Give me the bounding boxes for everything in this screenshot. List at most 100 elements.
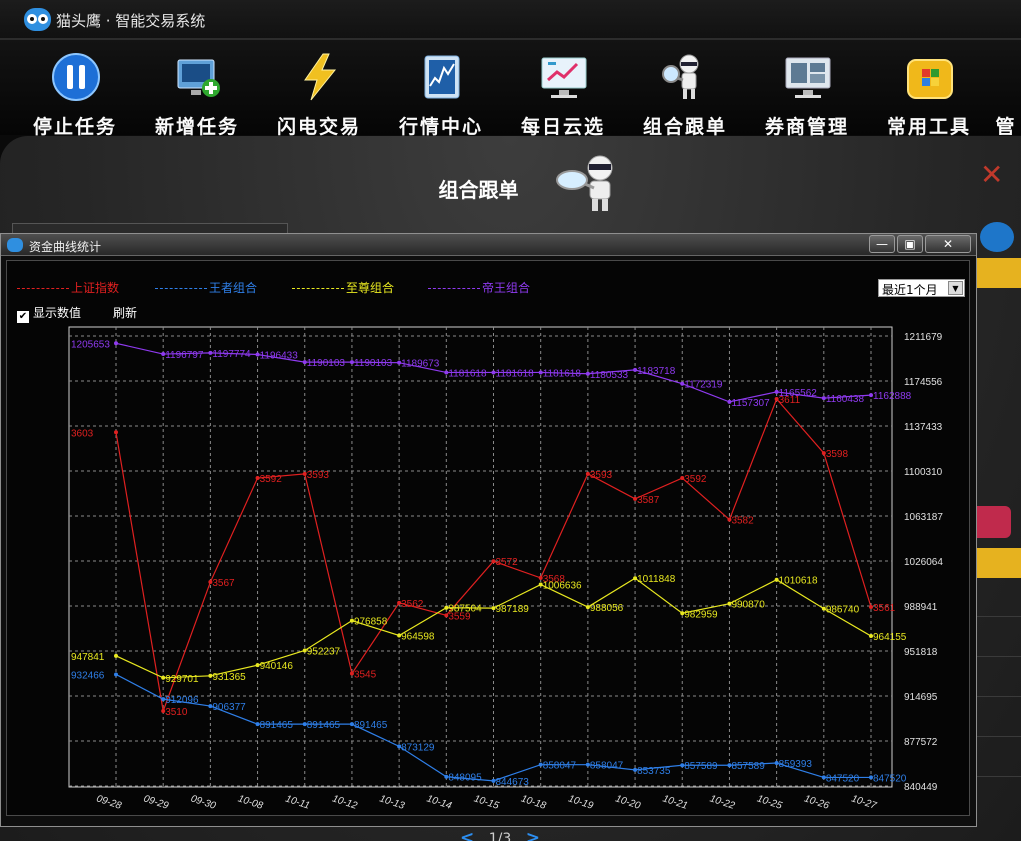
y-tick-label: 1211679 <box>904 332 943 343</box>
data-label: 1190103 <box>354 358 393 369</box>
data-label: 3582 <box>731 516 754 527</box>
app-title: 猫头鹰 · 智能交易系统 <box>56 12 206 30</box>
toolbar-portfolio-follow-button[interactable]: 组合跟单 <box>624 50 746 138</box>
data-label: 931365 <box>212 672 246 683</box>
y-tick-label: 988941 <box>904 602 938 613</box>
background-yellow-button <box>975 548 1021 578</box>
y-tick-label: 1100310 <box>904 467 943 478</box>
data-label: 3592 <box>684 474 707 485</box>
toolbar-label: 每日云选 <box>520 116 605 138</box>
data-label: 987504 <box>448 604 482 615</box>
pie-chart-icon <box>980 222 1014 252</box>
data-label: 891465 <box>260 720 294 731</box>
add-task-icon <box>177 59 220 97</box>
x-tick-label: 09-29 <box>142 793 170 812</box>
data-label: 1157307 <box>731 398 770 409</box>
y-tick-label: 914695 <box>904 692 938 703</box>
data-label: 982959 <box>684 609 718 620</box>
data-label: 848095 <box>448 773 482 784</box>
data-label: 1165562 <box>779 388 818 399</box>
data-label: 976858 <box>354 617 388 628</box>
divider <box>975 656 1021 657</box>
divider <box>975 616 1021 617</box>
panel-title: 组合跟单 <box>438 178 519 202</box>
toolbar-stop-task-button[interactable]: 停止任务 <box>14 50 136 138</box>
broker-screen-icon <box>785 57 831 98</box>
data-label: 988056 <box>590 603 624 614</box>
data-label: 891465 <box>354 720 388 731</box>
y-tick-label: 877572 <box>904 737 938 748</box>
data-label: 857589 <box>731 761 765 772</box>
main-toolbar: 停止任务 新增任务 闪电交易 行情中心 每日云选 组合跟单 券商管理 常用工具 … <box>0 40 1021 138</box>
prev-page-button[interactable]: < <box>460 828 474 841</box>
toolbar-tools-button[interactable]: 常用工具 <box>868 50 990 138</box>
x-tick-label: 10-27 <box>850 793 878 812</box>
data-label: 987189 <box>496 604 530 615</box>
x-tick-label: 09-30 <box>189 793 217 812</box>
data-label: 3593 <box>590 470 613 481</box>
data-label: 3603 <box>71 428 94 439</box>
data-label: 990870 <box>731 600 765 611</box>
window-title: 资金曲线统计 <box>29 240 102 254</box>
toolbar-market-center-button[interactable]: 行情中心 <box>380 50 502 138</box>
fund-curve-chart: 1211679 1174556 1137433 1100310 1063187 10260… <box>68 326 943 812</box>
toolbar-more-button[interactable]: 管 <box>990 50 1021 135</box>
data-label: 3561 <box>873 603 896 614</box>
toolbar-broker-manage-button[interactable]: 券商管理 <box>746 50 868 138</box>
data-label: 1197774 <box>212 349 251 360</box>
data-label: 929701 <box>165 674 199 685</box>
toolbar-label: 组合跟单 <box>642 116 727 138</box>
data-label: 1181618 <box>496 368 535 379</box>
data-label: 964598 <box>401 632 435 643</box>
data-label: 906377 <box>212 702 246 713</box>
toolbar-flash-trade-button[interactable]: 闪电交易 <box>258 50 380 138</box>
x-tick-label: 10-13 <box>378 793 406 812</box>
market-chart-icon <box>424 55 460 99</box>
panel-close-button[interactable]: ✕ <box>980 158 1003 191</box>
fund-curve-window: 资金曲线统计 — ▣ ✕ 上证指数 王者组合 至尊组合 帝王组合 最近1个月 ▼ ✔ 显… <box>0 233 977 827</box>
window-titlebar[interactable]: 资金曲线统计 — ▣ ✕ <box>1 234 976 256</box>
divider <box>975 696 1021 697</box>
data-label: 3572 <box>496 557 519 568</box>
maximize-button[interactable]: ▣ <box>897 235 923 253</box>
pager: < 1/3 > <box>460 828 540 841</box>
toolbar-label: 闪电交易 <box>276 116 361 138</box>
data-label: 1006636 <box>543 581 582 592</box>
data-label: 3593 <box>307 470 330 481</box>
x-tick-label: 10-26 <box>803 793 831 812</box>
data-label: 847520 <box>826 773 860 784</box>
data-label: 859393 <box>779 759 813 770</box>
data-label: 873129 <box>401 742 435 753</box>
page-indicator: 1/3 <box>488 831 512 841</box>
data-label: 1196797 <box>165 350 204 361</box>
window-close-button[interactable]: ✕ <box>925 235 971 253</box>
data-label: 1010618 <box>779 576 818 587</box>
data-label: 853735 <box>637 766 671 777</box>
data-label: 3598 <box>826 449 849 460</box>
data-label: 844673 <box>496 777 530 788</box>
data-label: 1162888 <box>873 391 912 402</box>
toolbar-daily-pick-button[interactable]: 每日云选 <box>502 50 624 138</box>
data-label: 1160438 <box>826 394 865 405</box>
data-label: 3587 <box>637 495 660 506</box>
y-tick-label: 840449 <box>904 782 938 793</box>
owl-logo-icon <box>7 238 23 252</box>
minimize-button[interactable]: — <box>869 235 895 253</box>
data-label: 3545 <box>354 670 377 681</box>
data-label: 1181618 <box>448 368 487 379</box>
data-label: 1183718 <box>637 366 676 377</box>
divider <box>975 736 1021 737</box>
divider <box>975 776 1021 777</box>
app-titlebar: 猫头鹰 · 智能交易系统 <box>0 0 1021 40</box>
robot-magnifier-icon <box>556 155 613 211</box>
toolbar-label: 行情中心 <box>398 116 483 138</box>
data-label: 1205653 <box>71 339 110 350</box>
data-label: 1181618 <box>543 368 582 379</box>
x-tick-label: 10-21 <box>661 793 689 811</box>
owl-logo-icon <box>24 8 51 31</box>
toolbar-add-task-button[interactable]: 新增任务 <box>136 50 258 138</box>
next-page-button[interactable]: > <box>526 828 540 841</box>
data-label: 1180533 <box>590 370 629 381</box>
data-label: 986740 <box>826 605 860 616</box>
toolbar-label: 券商管理 <box>764 116 849 138</box>
